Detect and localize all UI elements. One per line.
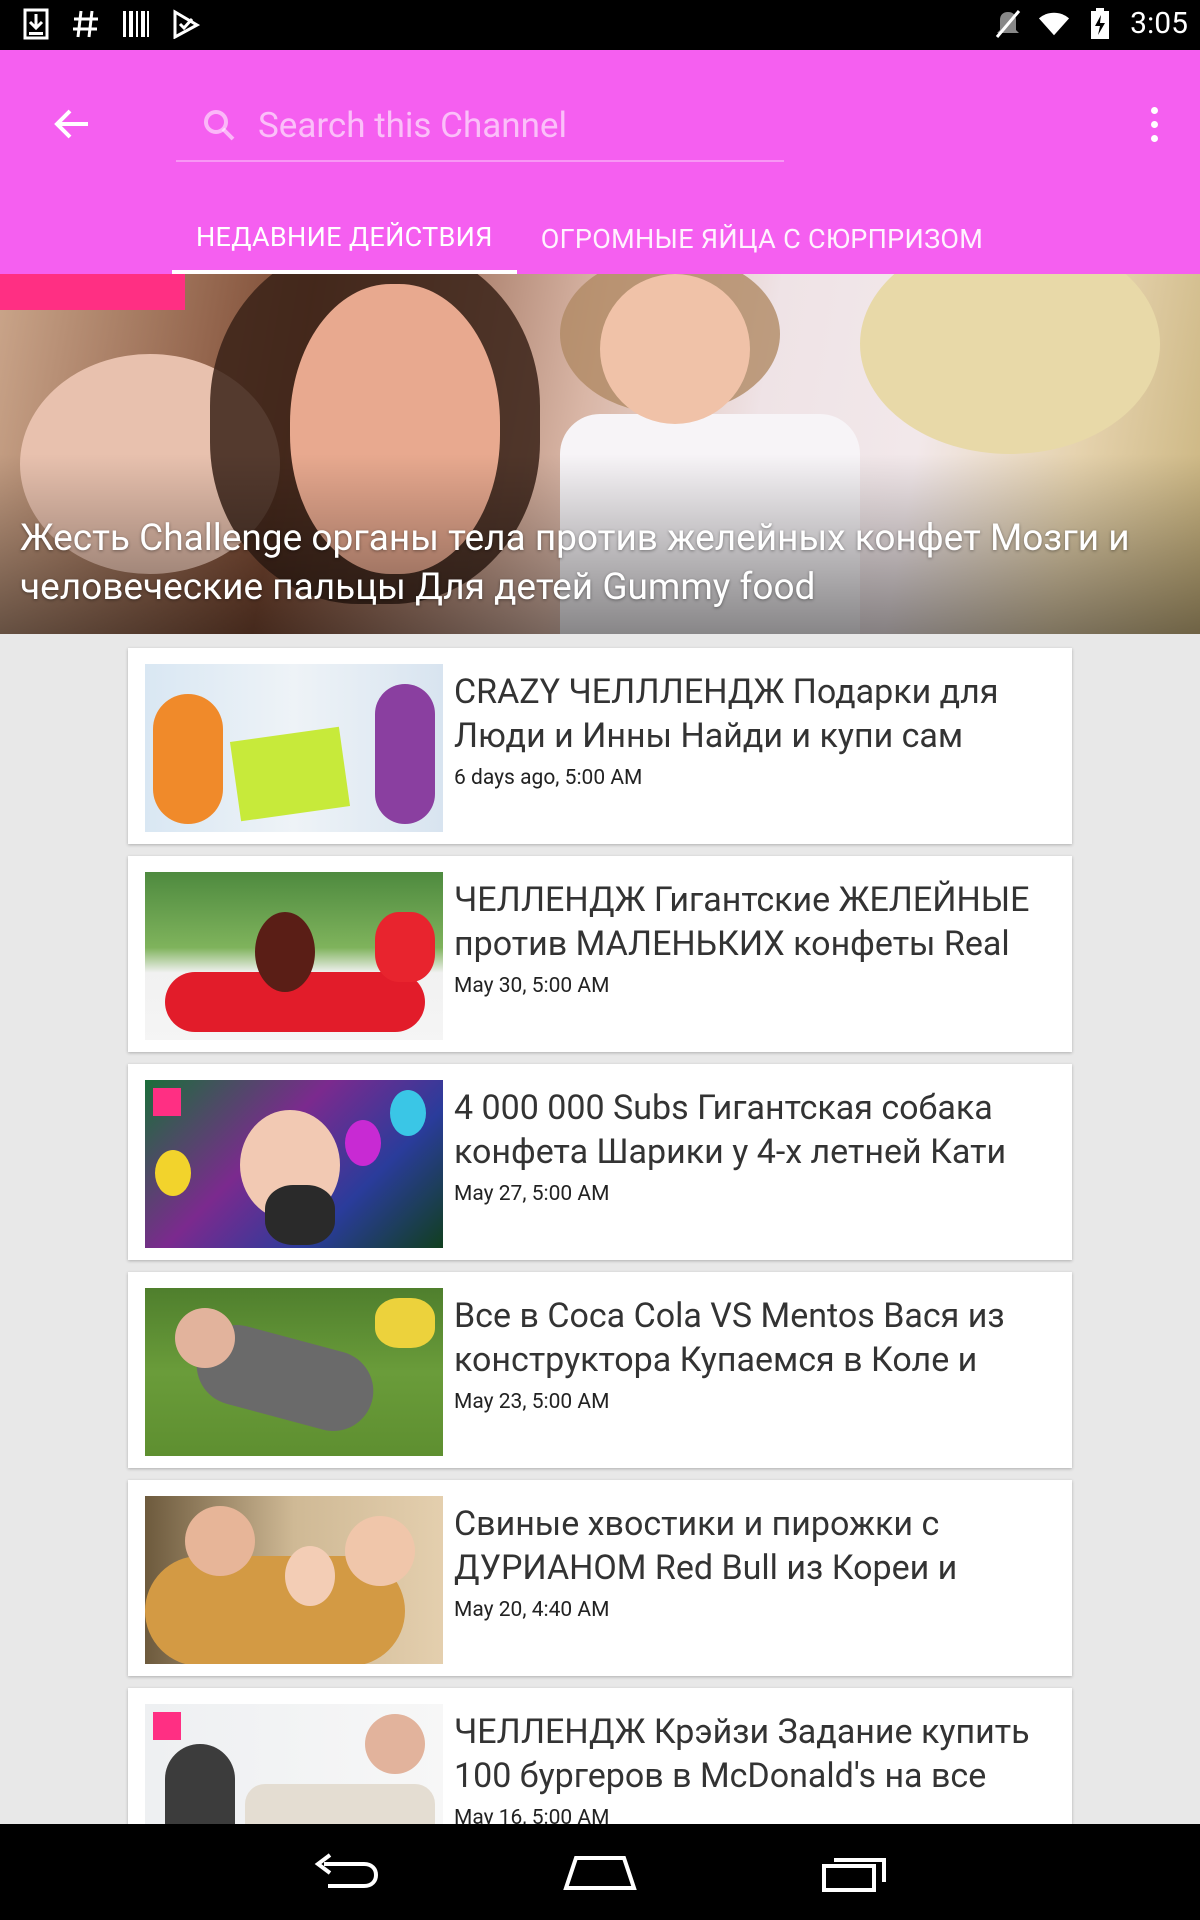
video-thumbnail: [145, 1288, 443, 1456]
tab-recent-activity[interactable]: НЕДАВНИЕ ДЕЙСТВИЯ: [172, 204, 517, 274]
check-flag-icon: [170, 6, 202, 42]
video-thumbnail: [145, 872, 443, 1040]
wifi-icon: [1038, 6, 1070, 42]
video-item[interactable]: Свиные хвостики и пирожки с ДУРИАНОМ Red…: [128, 1480, 1072, 1676]
thumbnail-art: [185, 1506, 255, 1576]
video-thumbnail: [145, 1080, 443, 1248]
thumbnail-art: [229, 726, 351, 822]
video-item[interactable]: CRAZY ЧЕЛЛЛЕНДЖ Подарки для Люди и Инны …: [128, 648, 1072, 844]
arrow-back-icon: [54, 109, 88, 139]
app-bar: НЕДАВНИЕ ДЕЙСТВИЯ ОГРОМНЫЕ ЯЙЦА С СЮРПРИ…: [0, 50, 1200, 274]
hash-icon: [70, 6, 102, 42]
video-thumbnail: [145, 664, 443, 832]
thumbnail-art: [365, 1714, 425, 1774]
barcode-icon: [120, 6, 152, 42]
thumbnail-art: [375, 1298, 435, 1348]
thumbnail-art: [175, 1308, 235, 1368]
clock: 3:05: [1130, 6, 1188, 41]
video-title: 4 000 000 Subs Гигантская собака конфета…: [454, 1088, 1007, 1172]
thumbnail-art: [345, 1516, 415, 1586]
status-bar: 3:05: [0, 0, 1200, 50]
video-date: 6 days ago, 5:00 AM: [454, 766, 643, 790]
thumbnail-art: [285, 1546, 335, 1606]
download-icon: [20, 6, 52, 42]
thumbnail-art: [375, 912, 435, 982]
thumbnail-art: [155, 1150, 191, 1196]
thumbnail-art: [153, 694, 223, 824]
search-bar[interactable]: [176, 90, 784, 162]
back-icon: [314, 1853, 379, 1888]
recents-icon: [822, 1858, 886, 1892]
battery-charging-icon: [1084, 6, 1116, 42]
video-item[interactable]: 4 000 000 Subs Гигантская собака конфета…: [128, 1064, 1072, 1260]
video-title: ЧЕЛЛЕНДЖ Крэйзи Задание купить 100 бурге…: [454, 1712, 1030, 1796]
search-icon: [202, 105, 242, 145]
featured-video-title: Жесть Challenge органы тела против желей…: [20, 517, 1130, 609]
video-date: May 23, 5:00 AM: [454, 1390, 610, 1414]
thumbnail-art: [153, 1712, 181, 1740]
thumbnail-art: [255, 912, 315, 992]
video-title: CRAZY ЧЕЛЛЛЕНДЖ Подарки для Люди и Инны …: [454, 672, 999, 756]
video-item[interactable]: ЧЕЛЛЕНДЖ Гигантские ЖЕЛЕЙНЫЕ против МАЛЕ…: [128, 856, 1072, 1052]
menu-dot: [1150, 106, 1158, 114]
tab-giant-surprise-eggs[interactable]: ОГРОМНЫЕ ЯЙЦА С СЮРПРИЗОМ: [517, 204, 1007, 274]
nav-recents-button[interactable]: [810, 1844, 900, 1900]
thumbnail-art: [600, 274, 750, 424]
thumbnail-art: [390, 1090, 426, 1136]
video-date: May 20, 4:40 AM: [454, 1598, 610, 1622]
home-icon: [563, 1856, 637, 1890]
thumbnail-art: [375, 684, 435, 824]
featured-video[interactable]: Жесть Challenge органы тела против желей…: [0, 274, 1200, 634]
navigation-bar: [0, 1824, 1200, 1920]
thumbnail-art: [0, 274, 185, 310]
thumbnail-art: [860, 274, 1160, 454]
video-thumbnail: [145, 1496, 443, 1664]
thumbnail-art: [153, 1088, 181, 1116]
nav-home-button[interactable]: [555, 1844, 645, 1900]
nav-back-button[interactable]: [300, 1844, 390, 1900]
video-date: May 30, 5:00 AM: [454, 974, 610, 998]
menu-dot: [1150, 134, 1158, 142]
menu-dot: [1150, 120, 1158, 128]
video-title: ЧЕЛЛЕНДЖ Гигантские ЖЕЛЕЙНЫЕ против МАЛЕ…: [454, 880, 1030, 964]
mute-icon: [992, 6, 1024, 42]
back-button[interactable]: [44, 96, 100, 152]
video-item[interactable]: Все в Coca Cola VS Mentos Вася из констр…: [128, 1272, 1072, 1468]
overflow-menu-button[interactable]: [1134, 94, 1174, 154]
tab-bar: НЕДАВНИЕ ДЕЙСТВИЯ ОГРОМНЫЕ ЯЙЦА С СЮРПРИ…: [172, 204, 1007, 274]
video-title: Свиные хвостики и пирожки с ДУРИАНОМ Red…: [454, 1504, 958, 1588]
thumbnail-art: [345, 1120, 381, 1166]
video-list: CRAZY ЧЕЛЛЛЕНДЖ Подарки для Люди и Инны …: [128, 648, 1072, 1896]
video-title: Все в Coca Cola VS Mentos Вася из констр…: [454, 1296, 1005, 1380]
thumbnail-art: [265, 1185, 335, 1245]
search-input[interactable]: [256, 103, 780, 147]
video-date: May 27, 5:00 AM: [454, 1182, 610, 1206]
